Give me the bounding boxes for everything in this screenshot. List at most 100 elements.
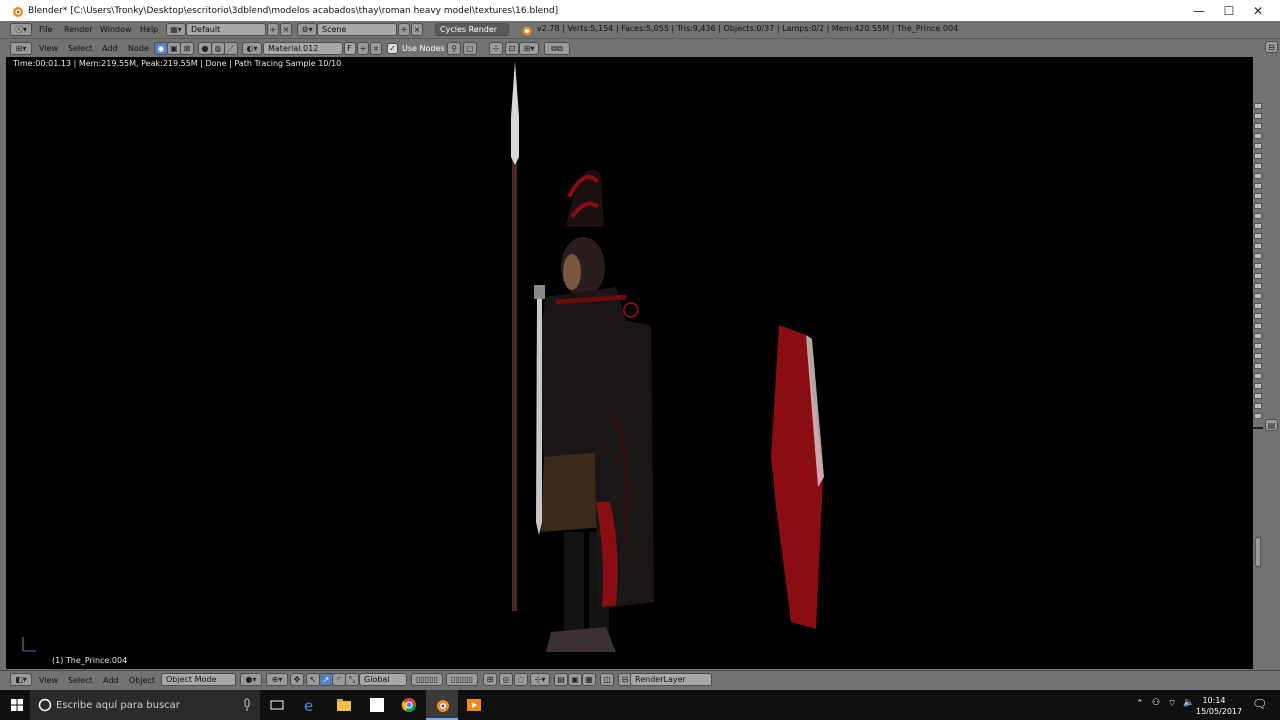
strip-button[interactable]: [1254, 333, 1262, 339]
strip-button[interactable]: [1254, 353, 1262, 359]
blender-task-active[interactable]: [426, 690, 458, 720]
fake-user-button[interactable]: F: [344, 42, 356, 55]
tray-volume-icon[interactable]: 🔈: [1183, 698, 1194, 708]
strip-button[interactable]: [1254, 253, 1262, 259]
strip-button[interactable]: [1254, 263, 1262, 269]
node-menu-node[interactable]: Node: [128, 40, 149, 57]
strip-button[interactable]: [1254, 303, 1262, 309]
strip-button[interactable]: [1254, 243, 1262, 249]
strip-button[interactable]: [1254, 363, 1262, 369]
strip-button[interactable]: [1254, 283, 1262, 289]
properties-toggle-icon[interactable]: ▤: [1265, 419, 1278, 431]
object-shader-icon[interactable]: ●: [198, 42, 212, 55]
strip-button[interactable]: [1254, 143, 1262, 149]
node-backdrop-icon[interactable]: ▢: [463, 42, 477, 55]
strip-button[interactable]: [1254, 183, 1262, 189]
scale-icon[interactable]: ⤡: [345, 673, 359, 686]
strip-button[interactable]: [1254, 153, 1262, 159]
strip-button[interactable]: [1254, 373, 1262, 379]
render-border-icon[interactable]: ◫: [600, 673, 614, 686]
lock-layers-icon[interactable]: ⊞: [483, 673, 497, 686]
shader-nodes-icon[interactable]: ◉: [154, 42, 168, 55]
scene-field[interactable]: Scene: [317, 23, 397, 36]
menu-file[interactable]: File: [39, 21, 52, 38]
add-layout-icon[interactable]: +: [267, 23, 279, 36]
pivot-point-icon[interactable]: ⊕▾: [266, 673, 288, 686]
menu-help[interactable]: Help: [140, 21, 158, 38]
task-view-icon[interactable]: [268, 696, 286, 714]
snap-icon[interactable]: ⊹: [489, 42, 503, 55]
strip-button[interactable]: [1254, 393, 1262, 399]
menu-render[interactable]: Render: [64, 21, 92, 38]
strip-button[interactable]: [1254, 273, 1262, 279]
view3d-menu-select[interactable]: Select: [68, 671, 93, 689]
windows-start-icon[interactable]: [8, 696, 26, 714]
store-icon[interactable]: [368, 696, 386, 714]
tray-chevron-icon[interactable]: ⌃: [1136, 699, 1144, 709]
strip-button[interactable]: [1254, 223, 1262, 229]
rotate-icon[interactable]: ◜: [332, 673, 346, 686]
translate-icon[interactable]: ↗: [319, 673, 333, 686]
chrome-icon[interactable]: [400, 696, 418, 714]
strip-button[interactable]: [1254, 103, 1262, 109]
render-engine-select[interactable]: Cycles Render: [435, 23, 509, 36]
opengl-anim-icon[interactable]: ▦: [582, 673, 596, 686]
snap-element-3d-icon[interactable]: ⊹▾: [530, 673, 550, 686]
strip-button[interactable]: [1254, 413, 1262, 419]
screen-layout-icon[interactable]: ▦▾: [166, 23, 186, 36]
strip-button[interactable]: [1254, 293, 1262, 299]
material-name-field[interactable]: Material.012: [263, 42, 343, 55]
add-material-icon[interactable]: +: [357, 42, 369, 55]
media-player-icon[interactable]: [465, 696, 483, 714]
edge-icon[interactable]: e: [302, 696, 320, 714]
node-pin-icon[interactable]: ⚲: [447, 42, 461, 55]
scene-icon[interactable]: ⚙▾: [297, 23, 317, 36]
compositing-nodes-icon[interactable]: ⊠: [180, 42, 194, 55]
unlink-material-icon[interactable]: ×: [370, 42, 382, 55]
strip-button[interactable]: [1254, 193, 1262, 199]
node-menu-view[interactable]: View: [39, 40, 58, 57]
vertical-scrollbar[interactable]: [1255, 537, 1261, 567]
delete-scene-icon[interactable]: ×: [411, 23, 423, 36]
render-layer-select[interactable]: RenderLayer: [630, 673, 712, 686]
snap-target-icon[interactable]: ▤: [554, 673, 568, 686]
minimize-button[interactable]: —: [1182, 0, 1216, 21]
add-scene-icon[interactable]: +: [398, 23, 410, 36]
snap-node-icon[interactable]: ⊡: [505, 42, 519, 55]
opengl-render-icon[interactable]: ▣: [568, 673, 582, 686]
tray-wifi-icon[interactable]: ⌔: [1168, 698, 1176, 709]
view3d-menu-object[interactable]: Object: [129, 671, 155, 689]
strip-button[interactable]: [1254, 123, 1262, 129]
interaction-mode-select[interactable]: Object Mode: [161, 673, 236, 686]
viewport-shading-icon[interactable]: ●▾: [240, 673, 262, 686]
texture-nodes-icon[interactable]: ▣: [167, 42, 181, 55]
area-divider[interactable]: [1253, 427, 1263, 429]
strip-button[interactable]: [1254, 383, 1262, 389]
use-nodes-checkbox[interactable]: ✓: [387, 43, 398, 54]
node-menu-select[interactable]: Select: [68, 40, 93, 57]
node-menu-add[interactable]: Add: [102, 40, 118, 57]
action-center-icon[interactable]: 🗨: [1252, 697, 1267, 711]
strip-button[interactable]: [1254, 403, 1262, 409]
view3d-menu-view[interactable]: View: [39, 671, 58, 689]
layers-grid-2[interactable]: ▯▯▯▯▯: [446, 673, 478, 686]
taskbar-clock[interactable]: 10:14 15/05/2017: [1196, 695, 1242, 717]
manipulator-icon[interactable]: ↖: [306, 673, 320, 686]
menu-window[interactable]: Window: [100, 21, 132, 38]
proportional-edit-icon[interactable]: ◎: [499, 673, 513, 686]
strip-button[interactable]: [1254, 133, 1262, 139]
proportional-falloff-icon[interactable]: ◌: [514, 673, 528, 686]
view3d-menu-add[interactable]: Add: [103, 671, 119, 689]
editor-type-node-icon[interactable]: ⊞▾: [10, 42, 32, 55]
strip-button[interactable]: [1254, 313, 1262, 319]
transform-orientation-select[interactable]: Global: [359, 673, 407, 686]
strip-button[interactable]: [1254, 323, 1262, 329]
editor-type-3d-icon[interactable]: ◧▾: [10, 673, 32, 686]
microphone-icon[interactable]: [242, 698, 252, 712]
strip-button[interactable]: [1254, 233, 1262, 239]
strip-button[interactable]: [1254, 113, 1262, 119]
strip-button[interactable]: [1254, 203, 1262, 209]
taskbar-search[interactable]: Escribe aquí para buscar: [30, 690, 260, 720]
material-browse-icon[interactable]: ◐▾: [242, 42, 262, 55]
manipulator-toggle-icon[interactable]: ✥: [290, 673, 304, 686]
